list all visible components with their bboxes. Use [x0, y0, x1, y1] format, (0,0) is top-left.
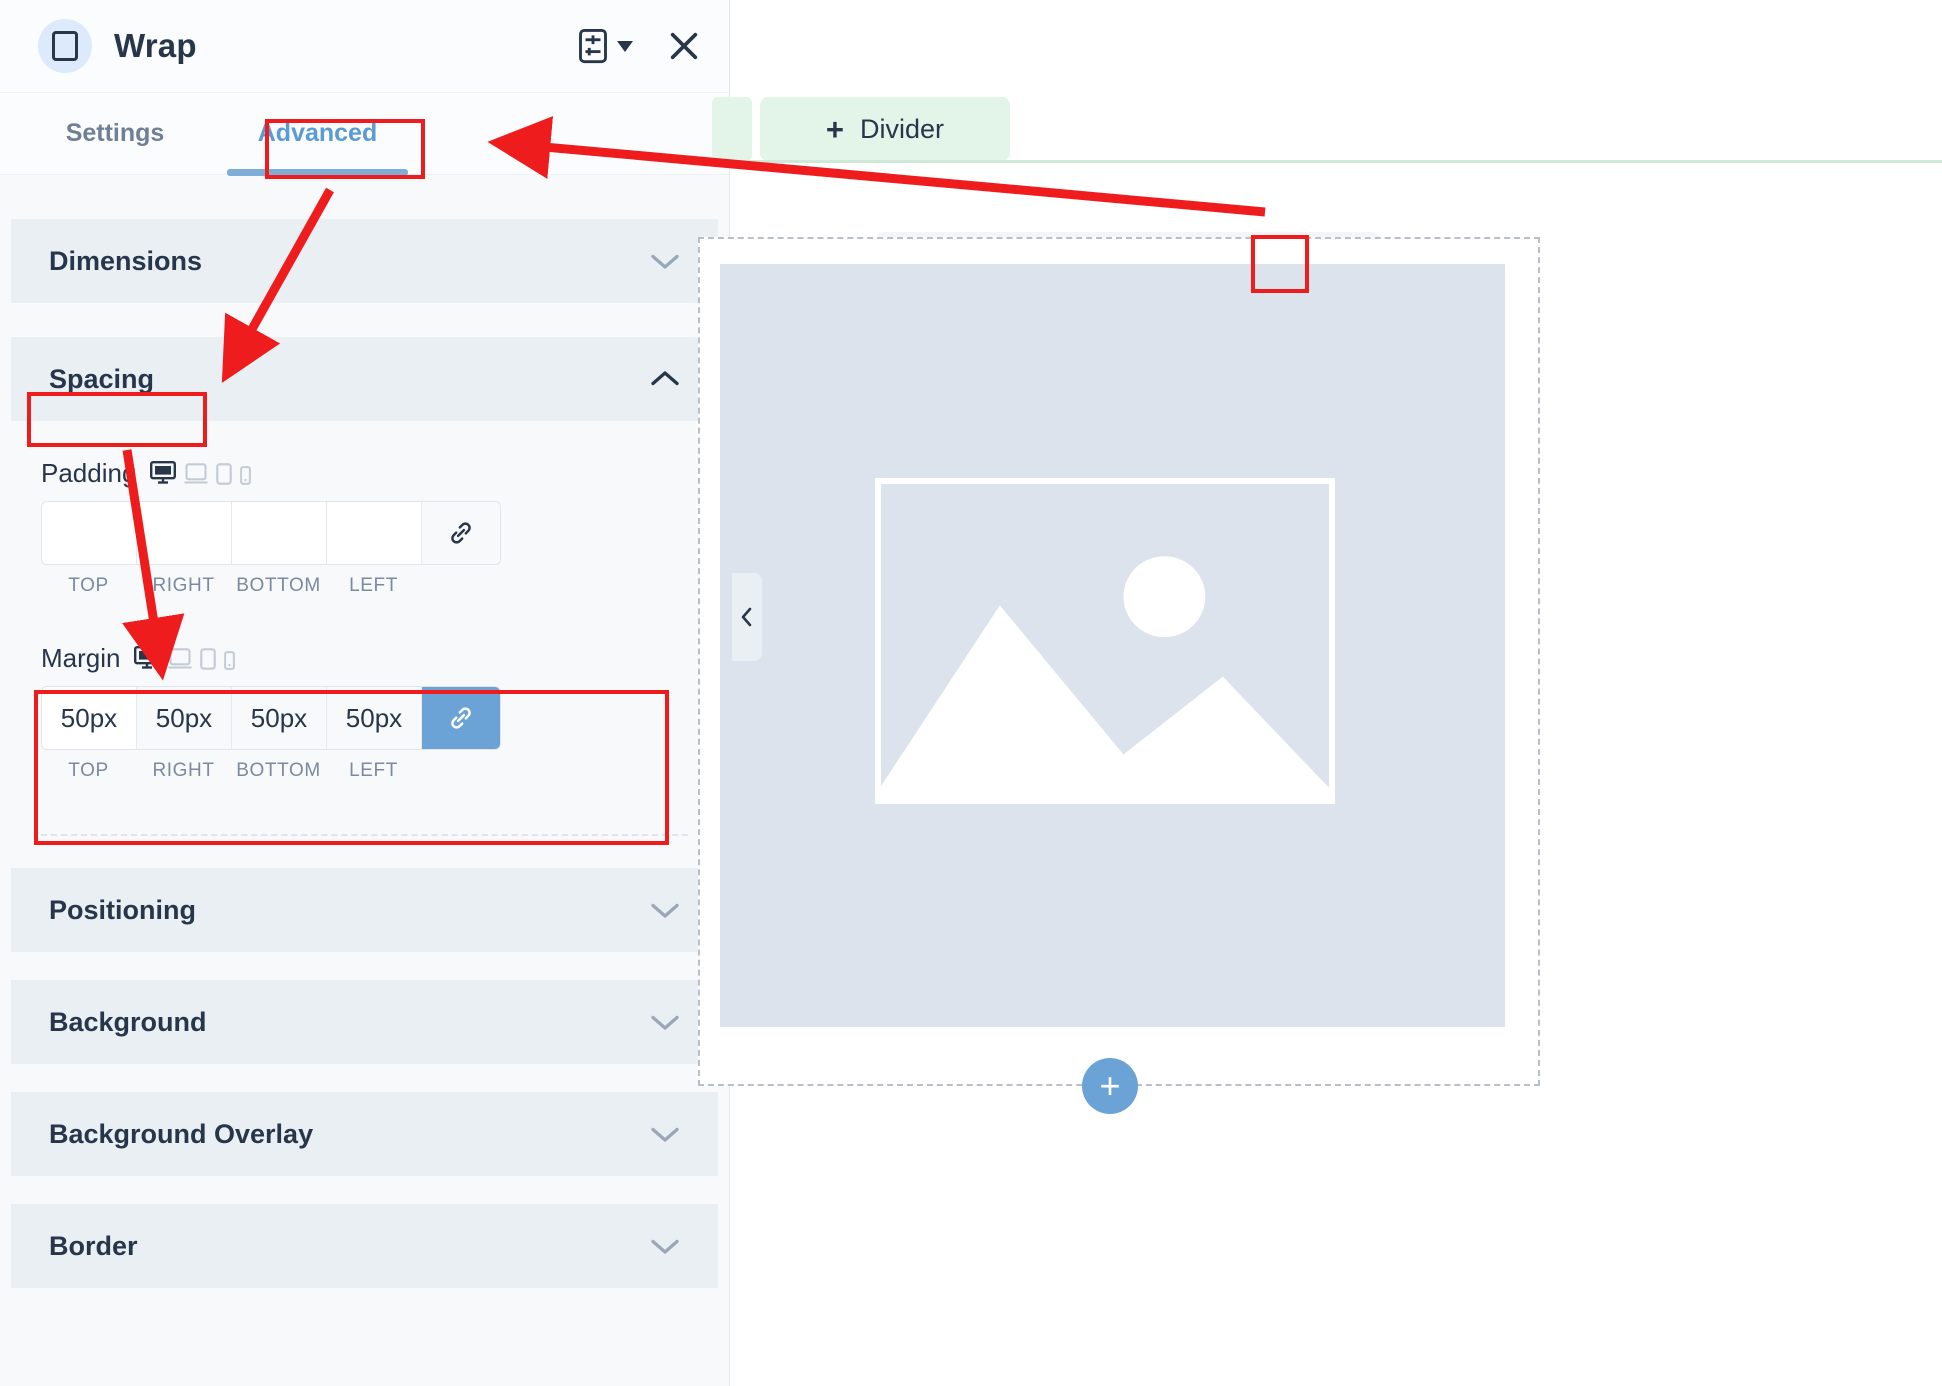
sliders-icon — [579, 28, 607, 64]
mobile-icon[interactable] — [240, 466, 252, 485]
chevron-left-icon — [741, 607, 752, 627]
drop-zone-segment — [712, 97, 752, 161]
section-positioning[interactable]: Positioning — [11, 868, 718, 952]
margin-link-toggle[interactable] — [422, 687, 500, 749]
app-root: Wrap Settings Advanced Dimensions Spacin… — [0, 0, 1942, 1386]
padding-right-input[interactable] — [137, 502, 232, 564]
padding-link-toggle[interactable] — [422, 502, 500, 564]
padding-field: Padding TOP RIGHT BOTTOM LEFT — [11, 432, 718, 597]
axis-label-left: LEFT — [349, 760, 398, 781]
margin-left-input[interactable]: 50px — [327, 687, 422, 749]
axis-label-top: TOP — [68, 760, 109, 781]
image-placeholder-icon — [875, 478, 1335, 804]
drop-indicator-line — [730, 160, 1942, 163]
tab-advanced[interactable]: Advanced — [227, 93, 408, 176]
chevron-down-icon — [651, 254, 679, 269]
desktop-icon[interactable] — [134, 646, 161, 670]
margin-top-input[interactable]: 50px — [42, 687, 137, 749]
section-background[interactable]: Background — [11, 980, 718, 1064]
page-title: Wrap — [114, 27, 197, 64]
panel-body: Dimensions Spacing Padding TOP RIGHT BOT… — [0, 219, 729, 1288]
section-label: Background Overlay — [49, 1118, 314, 1149]
tab-settings[interactable]: Settings — [0, 93, 230, 174]
section-label: Background — [49, 1006, 207, 1037]
margin-field: Margin 50px 50px 50px 50px TOP RIGHT BOT… — [11, 597, 718, 804]
margin-axis-labels: TOP RIGHT BOTTOM LEFT — [41, 750, 501, 782]
padding-device-toggles — [150, 461, 252, 489]
add-divider-button[interactable]: + Divider — [760, 97, 1010, 161]
margin-label: Margin — [41, 643, 121, 673]
section-label: Spacing — [49, 363, 155, 394]
padding-inputs — [41, 501, 501, 565]
panel-header: Wrap — [0, 0, 729, 93]
padding-bottom-input[interactable] — [232, 502, 327, 564]
link-icon — [451, 522, 471, 544]
editor-canvas: + Divider 1/2 A — [698, 0, 1942, 1386]
plus-icon: + — [1099, 1065, 1121, 1106]
margin-device-toggles — [134, 646, 236, 674]
margin-bottom-input[interactable]: 50px — [232, 687, 327, 749]
padding-axis-labels: TOP RIGHT BOTTOM LEFT — [41, 565, 501, 597]
panel-tabs: Settings Advanced — [0, 93, 729, 176]
element-settings-panel: Wrap Settings Advanced Dimensions Spacin… — [0, 0, 730, 1386]
laptop-icon[interactable] — [184, 463, 208, 485]
axis-label-left: LEFT — [349, 575, 398, 596]
desktop-icon[interactable] — [150, 461, 177, 485]
margin-inputs: 50px 50px 50px 50px — [41, 686, 501, 750]
section-label: Border — [49, 1230, 138, 1261]
axis-label-bottom: BOTTOM — [236, 575, 321, 596]
image-widget[interactable] — [720, 264, 1505, 1027]
image-placeholder-graphic — [881, 556, 1329, 798]
axis-label-top: TOP — [68, 575, 109, 596]
chevron-down-icon — [651, 1239, 679, 1254]
chevron-up-icon — [651, 371, 679, 386]
add-block-button[interactable]: + — [1082, 1058, 1138, 1114]
padding-top-input[interactable] — [42, 502, 137, 564]
padding-left-input[interactable] — [327, 502, 422, 564]
padding-label: Padding — [41, 458, 137, 488]
chevron-down-icon — [651, 1127, 679, 1142]
panel-settings-dropdown[interactable] — [578, 28, 633, 64]
section-spacing[interactable]: Spacing — [11, 337, 718, 421]
chevron-down-icon — [651, 903, 679, 918]
section-label: Dimensions — [49, 245, 203, 276]
spacing-section-body: Padding TOP RIGHT BOTTOM LEFT Margin 50p… — [11, 432, 718, 836]
axis-label-right: RIGHT — [152, 760, 215, 781]
mobile-icon[interactable] — [224, 651, 236, 670]
square-icon — [38, 19, 92, 73]
close-icon[interactable] — [667, 29, 701, 63]
section-dimensions[interactable]: Dimensions — [11, 219, 718, 303]
chevron-down-icon — [651, 1015, 679, 1030]
axis-label-right: RIGHT — [152, 575, 215, 596]
laptop-icon[interactable] — [168, 648, 192, 670]
section-border[interactable]: Border — [11, 1204, 718, 1288]
section-label: Positioning — [49, 894, 196, 925]
tablet-icon[interactable] — [200, 648, 217, 670]
tablet-icon[interactable] — [216, 463, 233, 485]
link-icon — [451, 707, 471, 729]
axis-label-bottom: BOTTOM — [236, 760, 321, 781]
panel-collapse-handle[interactable] — [732, 573, 762, 661]
add-divider-label: Divider — [860, 113, 945, 144]
section-background-overlay[interactable]: Background Overlay — [11, 1092, 718, 1176]
section-divider — [41, 834, 688, 836]
plus-icon: + — [825, 111, 845, 147]
chevron-down-icon — [617, 40, 633, 52]
margin-right-input[interactable]: 50px — [137, 687, 232, 749]
